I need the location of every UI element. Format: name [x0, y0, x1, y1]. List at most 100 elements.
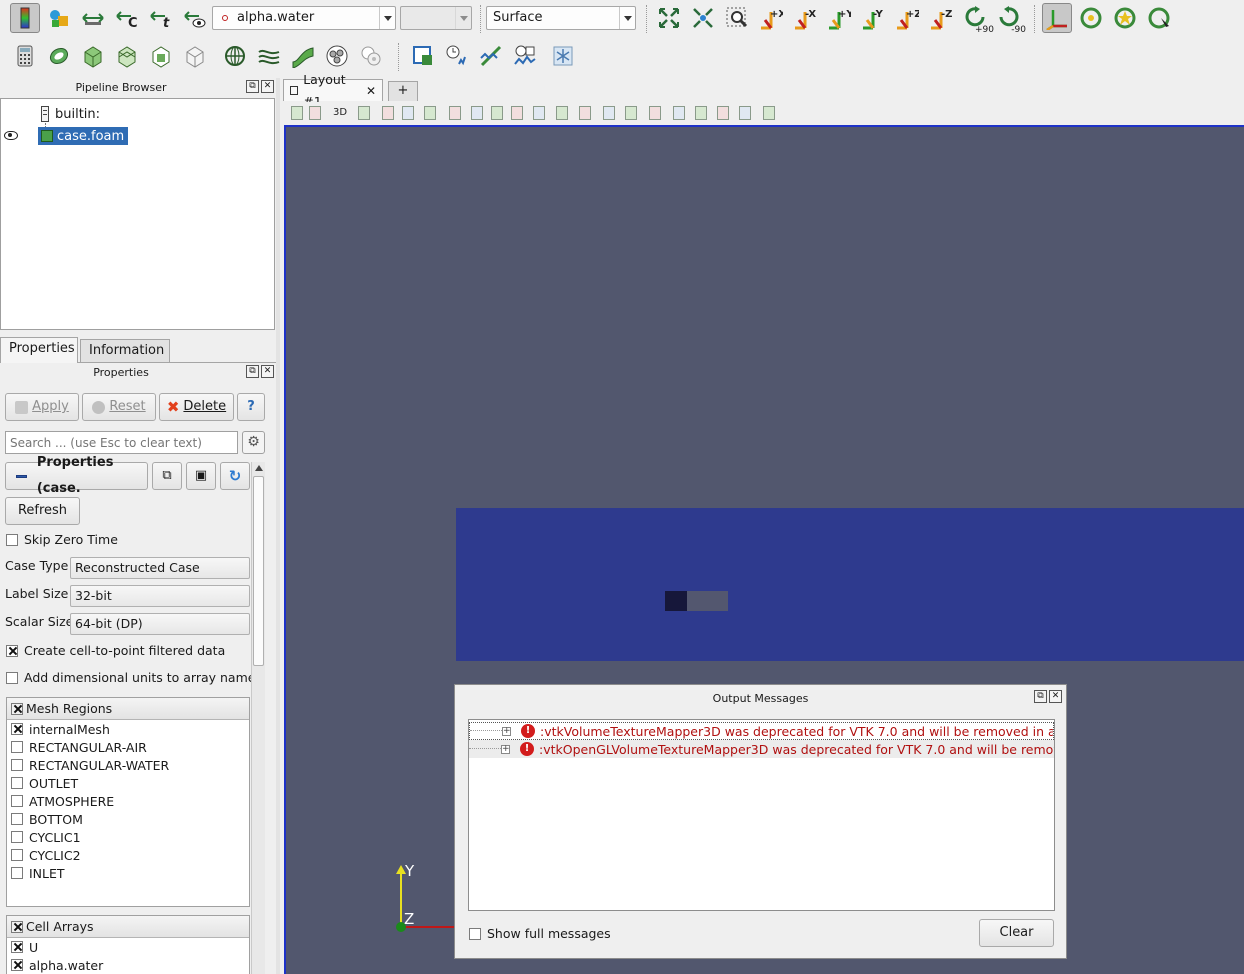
show-full-messages-row[interactable]: Show full messages	[469, 926, 611, 941]
plot-selection-over-time-button[interactable]	[510, 41, 540, 71]
scrollbar-thumb[interactable]	[253, 476, 264, 666]
shrink-selection-icon[interactable]	[625, 106, 637, 120]
close-panel-button[interactable]: ✕	[261, 365, 274, 378]
edit-selection-icon[interactable]	[673, 106, 685, 120]
reset-center-button[interactable]	[1110, 3, 1140, 33]
mesh-region-item[interactable]: RECTANGULAR-AIR	[7, 738, 249, 756]
skip-zero-time-row[interactable]: Skip Zero Time	[6, 532, 118, 547]
float-window-button[interactable]: ⧉	[1034, 690, 1047, 703]
select-cells-on-button[interactable]	[408, 41, 438, 71]
extract-subset-filter-button[interactable]	[180, 41, 210, 71]
cell-array-checkbox[interactable]	[11, 959, 23, 971]
interactive-select-cells-icon[interactable]	[511, 106, 523, 120]
rotate-plus-90-button[interactable]: +90	[960, 3, 994, 35]
mesh-region-item[interactable]: BOTTOM	[7, 810, 249, 828]
float-panel-button[interactable]: ⧉	[246, 80, 259, 93]
advanced-properties-gear-icon[interactable]: ⚙	[242, 431, 265, 454]
disable-icon[interactable]	[763, 106, 775, 120]
find-data-button[interactable]	[548, 41, 578, 71]
group-datasets-filter-button[interactable]	[322, 41, 352, 71]
cell-array-item[interactable]: alpha.water	[7, 956, 249, 974]
show-center-button[interactable]	[1076, 3, 1106, 33]
extract-selection-icon[interactable]	[695, 106, 707, 120]
view-plus-y-button[interactable]: +Y	[824, 3, 854, 33]
toggle-color-legend-button[interactable]	[10, 3, 40, 33]
find-data-icon[interactable]	[717, 106, 729, 120]
camera-link-icon[interactable]	[358, 106, 370, 120]
plot-over-line-button[interactable]	[476, 41, 506, 71]
tab-information[interactable]: Information	[80, 339, 170, 363]
edit-color-map-button[interactable]	[44, 3, 74, 33]
rescale-data-range-button[interactable]	[78, 3, 108, 33]
help-button[interactable]: ?	[237, 393, 265, 421]
refresh-button[interactable]: Refresh	[5, 497, 80, 525]
show-orientation-axes-button[interactable]	[1042, 3, 1072, 33]
view-plus-z-button[interactable]: +Z	[892, 3, 922, 33]
reset-button[interactable]: Reset	[82, 393, 156, 421]
clear-button[interactable]: Clear	[979, 919, 1054, 947]
cell-array-checkbox[interactable]	[11, 941, 23, 953]
add-dimensional-units-row[interactable]: Add dimensional units to array names	[6, 670, 262, 685]
mesh-region-checkbox[interactable]	[11, 867, 23, 879]
rescale-visible-range-button[interactable]	[180, 3, 210, 33]
mesh-region-item[interactable]: internalMesh	[7, 720, 249, 738]
mesh-region-item[interactable]: CYCLIC1	[7, 828, 249, 846]
mesh-regions-toggle-all-checkbox[interactable]	[11, 702, 23, 715]
view-plus-x-button[interactable]: +X	[756, 3, 786, 33]
extract-level-filter-button[interactable]	[356, 41, 386, 71]
case-type-select[interactable]: Reconstructed Case	[70, 557, 250, 579]
mesh-region-checkbox[interactable]	[11, 759, 23, 771]
grow-selection-icon[interactable]	[603, 106, 615, 120]
mesh-region-item[interactable]: INLET	[7, 864, 249, 882]
rescale-over-time-button[interactable]: t	[146, 3, 176, 33]
warp-by-vector-filter-button[interactable]	[288, 41, 318, 71]
properties-group-toggle[interactable]: Properties (case.	[5, 455, 148, 496]
array-selector[interactable]: alpha.water	[212, 6, 396, 30]
create-cell-to-point-checkbox[interactable]	[6, 644, 18, 657]
apply-button[interactable]: Apply	[5, 393, 79, 421]
select-cells-frustum-icon[interactable]	[471, 106, 483, 120]
close-panel-button[interactable]: ✕	[261, 80, 274, 93]
close-tab-icon[interactable]: ✕	[366, 80, 376, 102]
zoom-to-box-button[interactable]	[722, 3, 752, 33]
clear-selection-icon[interactable]	[649, 106, 661, 120]
paste-properties-button[interactable]: ▣	[186, 462, 216, 490]
glyph-filter-button[interactable]	[220, 41, 250, 71]
scroll-up-arrow-icon[interactable]	[255, 465, 263, 471]
mesh-region-item[interactable]: RECTANGULAR-WATER	[7, 756, 249, 774]
cell-arrays-header[interactable]: Cell Arrays	[7, 916, 249, 938]
pick-center-button[interactable]	[1144, 3, 1174, 33]
calculator-filter-button[interactable]	[10, 41, 40, 71]
pipeline-item-case-foam[interactable]: case.foam	[38, 127, 129, 145]
add-dimensional-units-checkbox[interactable]	[6, 671, 18, 684]
visibility-eye-icon[interactable]	[4, 131, 18, 140]
probe-location-button[interactable]	[442, 41, 472, 71]
float-panel-button[interactable]: ⧉	[246, 365, 259, 378]
contour-filter-button[interactable]	[44, 41, 74, 71]
scalar-size-select[interactable]: 64-bit (DP)	[70, 613, 250, 635]
stream-tracer-filter-button[interactable]	[254, 41, 284, 71]
select-cells-with-polygon-icon[interactable]	[424, 106, 436, 120]
expand-icon[interactable]: +	[501, 744, 510, 754]
mesh-regions-header[interactable]: Mesh Regions	[7, 698, 249, 720]
view-minus-x-button[interactable]: -X	[790, 3, 820, 33]
properties-scrollbar[interactable]	[251, 462, 265, 974]
mesh-region-checkbox[interactable]	[11, 795, 23, 807]
mesh-region-checkbox[interactable]	[11, 723, 23, 735]
toggle-3d-button[interactable]: 3D	[333, 106, 347, 120]
output-messages-titlebar[interactable]: Output Messages	[455, 685, 1066, 711]
capture-screenshot-icon[interactable]	[291, 106, 303, 120]
clip-filter-button[interactable]	[78, 41, 108, 71]
view-minus-z-button[interactable]: -Z	[926, 3, 956, 33]
mesh-region-item[interactable]: OUTLET	[7, 774, 249, 792]
mesh-region-checkbox[interactable]	[11, 777, 23, 789]
cell-arrays-toggle-all-checkbox[interactable]	[11, 920, 23, 933]
tab-layout-1[interactable]: Layout #1 ✕	[283, 72, 383, 109]
panel-splitter[interactable]	[276, 78, 280, 974]
zoom-to-data-button[interactable]	[688, 3, 718, 33]
select-points-on-icon[interactable]	[402, 106, 414, 120]
reload-properties-button[interactable]: ↻	[220, 462, 250, 490]
cell-array-item[interactable]: U	[7, 938, 249, 956]
delete-button[interactable]: ✖ Delete	[159, 393, 234, 421]
mesh-region-checkbox[interactable]	[11, 849, 23, 861]
